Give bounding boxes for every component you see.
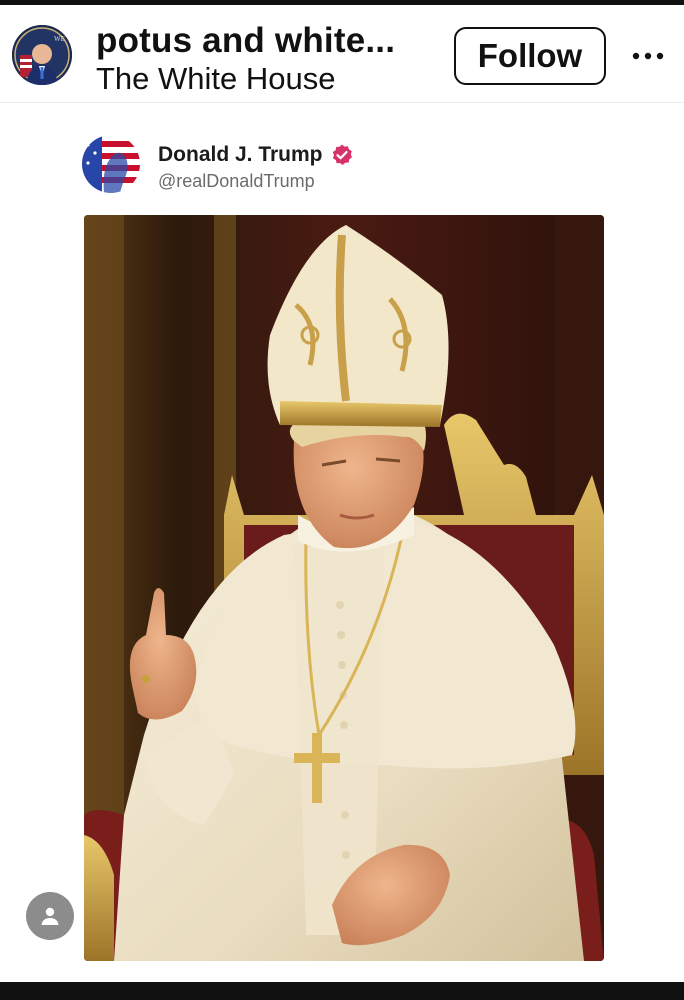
post-header: WE potus and white... The White House Fo… <box>0 5 684 103</box>
account-avatar[interactable]: WE <box>12 25 72 85</box>
more-horizontal-icon[interactable] <box>626 41 670 71</box>
svg-text:WE: WE <box>54 35 65 43</box>
author-name[interactable]: Donald J. Trump <box>158 143 323 167</box>
account-name[interactable]: potus and white... <box>96 21 395 61</box>
account-subtitle: The White House <box>96 61 336 96</box>
post-image[interactable] <box>84 215 604 961</box>
papal-portrait-illustration <box>84 215 604 961</box>
bottom-edge-bar <box>0 982 684 1000</box>
embedded-post-author: Donald J. Trump @realDonaldTrump <box>82 135 602 195</box>
profile-fab[interactable] <box>26 892 74 940</box>
verified-badge-icon <box>330 143 354 167</box>
author-avatar[interactable] <box>82 135 140 193</box>
follow-button[interactable]: Follow <box>454 27 606 85</box>
author-handle[interactable]: @realDonaldTrump <box>158 171 315 192</box>
person-icon <box>41 907 59 925</box>
